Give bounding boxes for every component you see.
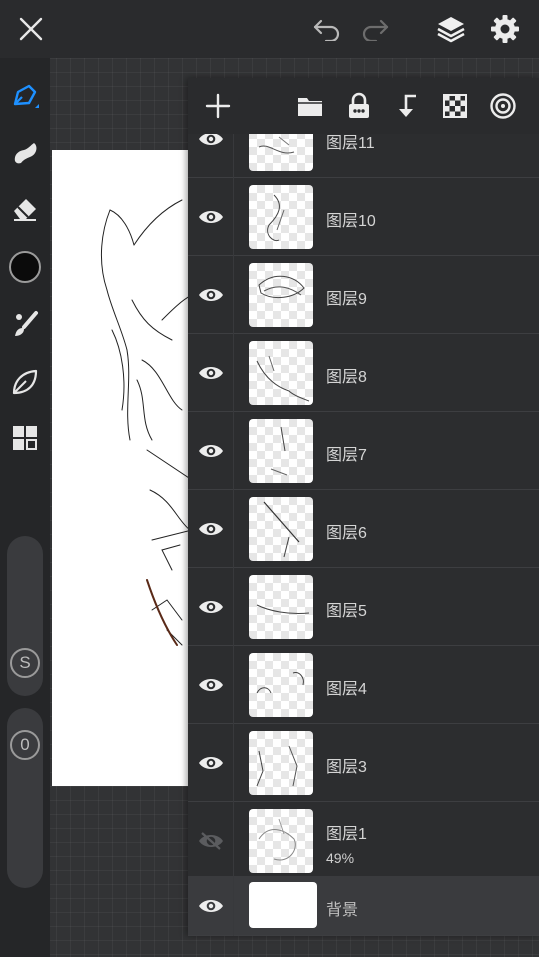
layer-row[interactable]: 图层5 (188, 568, 539, 646)
layer-name: 背景 (326, 902, 359, 919)
layer-thumbnail (249, 575, 313, 639)
merge-down-icon[interactable] (389, 88, 425, 124)
top-toolbar (0, 0, 539, 58)
layer-row-background[interactable]: 背景 (188, 876, 539, 936)
layer-row[interactable]: 图层8 (188, 334, 539, 412)
layer-thumbnail (249, 731, 313, 795)
brush-size-knob[interactable]: S (10, 648, 40, 678)
layer-name: 图层5 (326, 603, 367, 620)
layer-opacity: 49% (326, 850, 355, 866)
layer-thumbnail (249, 419, 313, 483)
add-icon[interactable] (200, 88, 236, 124)
layer-divider (233, 178, 234, 256)
layer-panel: 图层11 图层10 图层9 图层8 图层7 图层6 图层5 图层4 图层3 图层… (188, 78, 539, 936)
eye-icon[interactable] (196, 134, 226, 154)
layer-row[interactable]: 图层9 (188, 256, 539, 334)
layer-divider (233, 724, 234, 802)
layer-divider (233, 134, 234, 178)
drawing-canvas[interactable] (52, 150, 192, 786)
gear-icon[interactable] (485, 9, 525, 49)
layer-divider (233, 334, 234, 412)
eye-icon[interactable] (196, 670, 226, 700)
layer-thumbnail (249, 882, 317, 928)
color-swatch[interactable] (5, 247, 45, 287)
layer-thumbnail (249, 134, 313, 171)
eye-icon[interactable] (196, 514, 226, 544)
brush-icon[interactable] (5, 304, 45, 344)
layer-name: 图层9 (326, 291, 367, 308)
layer-row[interactable]: 图层6 (188, 490, 539, 568)
eye-icon[interactable] (196, 592, 226, 622)
layer-row[interactable]: 图层3 (188, 724, 539, 802)
layers-icon[interactable] (431, 9, 471, 49)
layer-name: 图层7 (326, 447, 367, 464)
eraser-icon[interactable] (5, 188, 45, 228)
layer-thumbnail (249, 653, 313, 717)
layer-row[interactable]: 图层1 49% (188, 802, 539, 880)
layer-list[interactable]: 图层11 图层10 图层9 图层8 图层7 图层6 图层5 图层4 图层3 图层… (188, 134, 539, 936)
layer-row[interactable]: 图层10 (188, 178, 539, 256)
layer-thumbnail (249, 263, 313, 327)
layer-row[interactable]: 图层7 (188, 412, 539, 490)
layer-thumbnail (249, 341, 313, 405)
layer-row[interactable]: 图层4 (188, 646, 539, 724)
brush-opacity-knob[interactable]: 0 (10, 730, 40, 760)
layer-name: 图层4 (326, 681, 367, 698)
eye-icon[interactable] (196, 280, 226, 310)
checker-icon[interactable] (437, 88, 473, 124)
layer-thumbnail (249, 185, 313, 249)
leaf-icon[interactable] (5, 362, 45, 402)
eye-icon[interactable] (196, 202, 226, 232)
layer-name: 图层6 (326, 525, 367, 542)
layer-divider (233, 646, 234, 724)
pen-icon[interactable] (5, 76, 45, 116)
layer-divider (233, 802, 234, 880)
eye-hidden-icon[interactable] (196, 826, 226, 856)
layer-thumbnail (249, 809, 313, 873)
layer-divider (233, 412, 234, 490)
left-toolbar: S 0 (0, 58, 50, 957)
layer-name: 图层11 (326, 135, 375, 152)
eye-icon[interactable] (196, 436, 226, 466)
layer-divider (233, 256, 234, 334)
layer-name: 图层1 (326, 826, 367, 843)
target-icon[interactable] (485, 88, 521, 124)
eye-icon[interactable] (196, 748, 226, 778)
color-circle (9, 251, 41, 283)
redo-icon[interactable] (355, 9, 395, 49)
layer-name: 图层3 (326, 759, 367, 776)
smudge-icon[interactable] (5, 132, 45, 172)
layer-divider (233, 568, 234, 646)
layer-name: 图层8 (326, 369, 367, 386)
folder-icon[interactable] (292, 88, 328, 124)
layer-row[interactable]: 图层11 (188, 134, 539, 178)
layer-panel-toolbar (188, 78, 539, 134)
eye-icon[interactable] (196, 891, 226, 921)
eye-icon[interactable] (196, 358, 226, 388)
undo-icon[interactable] (307, 9, 347, 49)
layer-name: 图层10 (326, 213, 376, 230)
close-icon[interactable] (11, 9, 51, 49)
layer-thumbnail (249, 497, 313, 561)
layer-divider (233, 876, 234, 936)
layer-divider (233, 490, 234, 568)
grid-icon[interactable] (5, 418, 45, 458)
lock-icon[interactable] (341, 88, 377, 124)
